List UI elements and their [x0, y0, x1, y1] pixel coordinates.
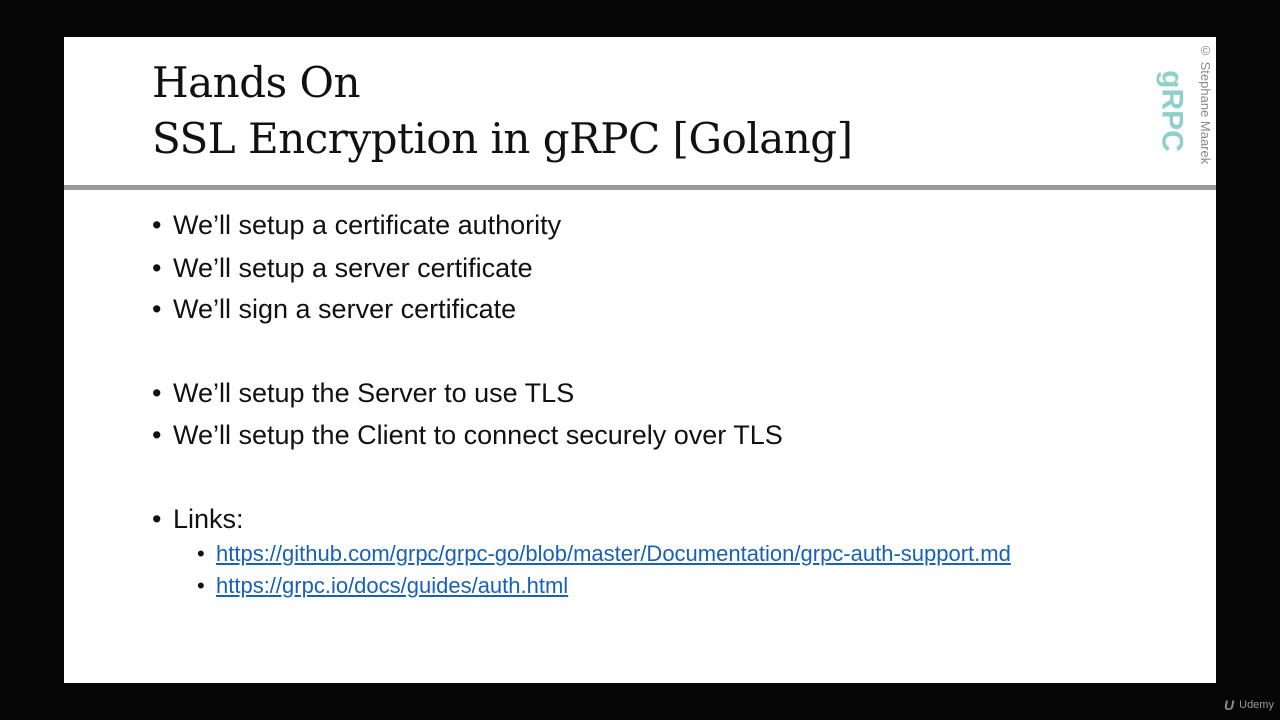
bullet-text: We’ll setup the Client to connect secure… — [173, 420, 783, 450]
links-list: • https://github.com/grpc/grpc-go/blob/ma… — [197, 538, 1011, 602]
udemy-watermark-label: Udemy — [1239, 699, 1274, 711]
bullet-text: We’ll setup the Server to use TLS — [173, 378, 575, 408]
link-item: • https://github.com/grpc/grpc-go/blob/ma… — [197, 538, 1011, 570]
bullet-dot: • — [152, 420, 162, 450]
bullet-text: Links: — [173, 504, 244, 534]
bullet-item: • We’ll setup a certificate authority — [152, 207, 561, 243]
bullet-dot: • — [152, 378, 162, 408]
bullet-text: We’ll setup a certificate authority — [173, 210, 562, 240]
bullet-item: • We’ll setup a server certificate — [152, 250, 533, 286]
bullet-dot: • — [197, 573, 205, 598]
bullet-dot: • — [152, 504, 162, 534]
grpc-logo: gRPC — [1156, 70, 1189, 152]
bullet-text: We’ll sign a server certificate — [173, 294, 517, 324]
slide-title-line-2: SSL Encryption in gRPC [Golang] — [152, 114, 853, 163]
bullet-dot: • — [197, 541, 205, 566]
grpc-logo-text: gRPC — [1156, 70, 1189, 152]
slide-title: Hands On SSL Encryption in gRPC [Golang] — [152, 55, 853, 167]
bullet-item: • We’ll setup the Server to use TLS — [152, 375, 574, 411]
bullet-item: • We’ll setup the Client to connect secur… — [152, 417, 783, 453]
bullet-item: • Links: — [152, 501, 244, 537]
slide-title-line-1: Hands On — [152, 58, 360, 107]
video-frame: Hands On SSL Encryption in gRPC [Golang]… — [0, 0, 1280, 720]
copyright-notice: © Stephane Maarek — [1198, 43, 1213, 165]
bullet-dot: • — [152, 294, 162, 324]
bullet-dot: • — [152, 210, 162, 240]
udemy-watermark: U Udemy — [1224, 696, 1274, 714]
bullet-item: • We’ll sign a server certificate — [152, 291, 516, 327]
link-item: • https://grpc.io/docs/guides/auth.html — [197, 570, 1011, 602]
udemy-logo-icon: U — [1224, 697, 1235, 713]
bullet-dot: • — [152, 253, 162, 283]
grpc-go-auth-link[interactable]: https://github.com/grpc/grpc-go/blob/mas… — [216, 541, 1011, 566]
bullet-text: We’ll setup a server certificate — [173, 253, 533, 283]
presentation-slide: Hands On SSL Encryption in gRPC [Golang]… — [64, 37, 1216, 683]
title-divider — [64, 185, 1216, 190]
grpc-auth-guide-link[interactable]: https://grpc.io/docs/guides/auth.html — [216, 573, 568, 598]
